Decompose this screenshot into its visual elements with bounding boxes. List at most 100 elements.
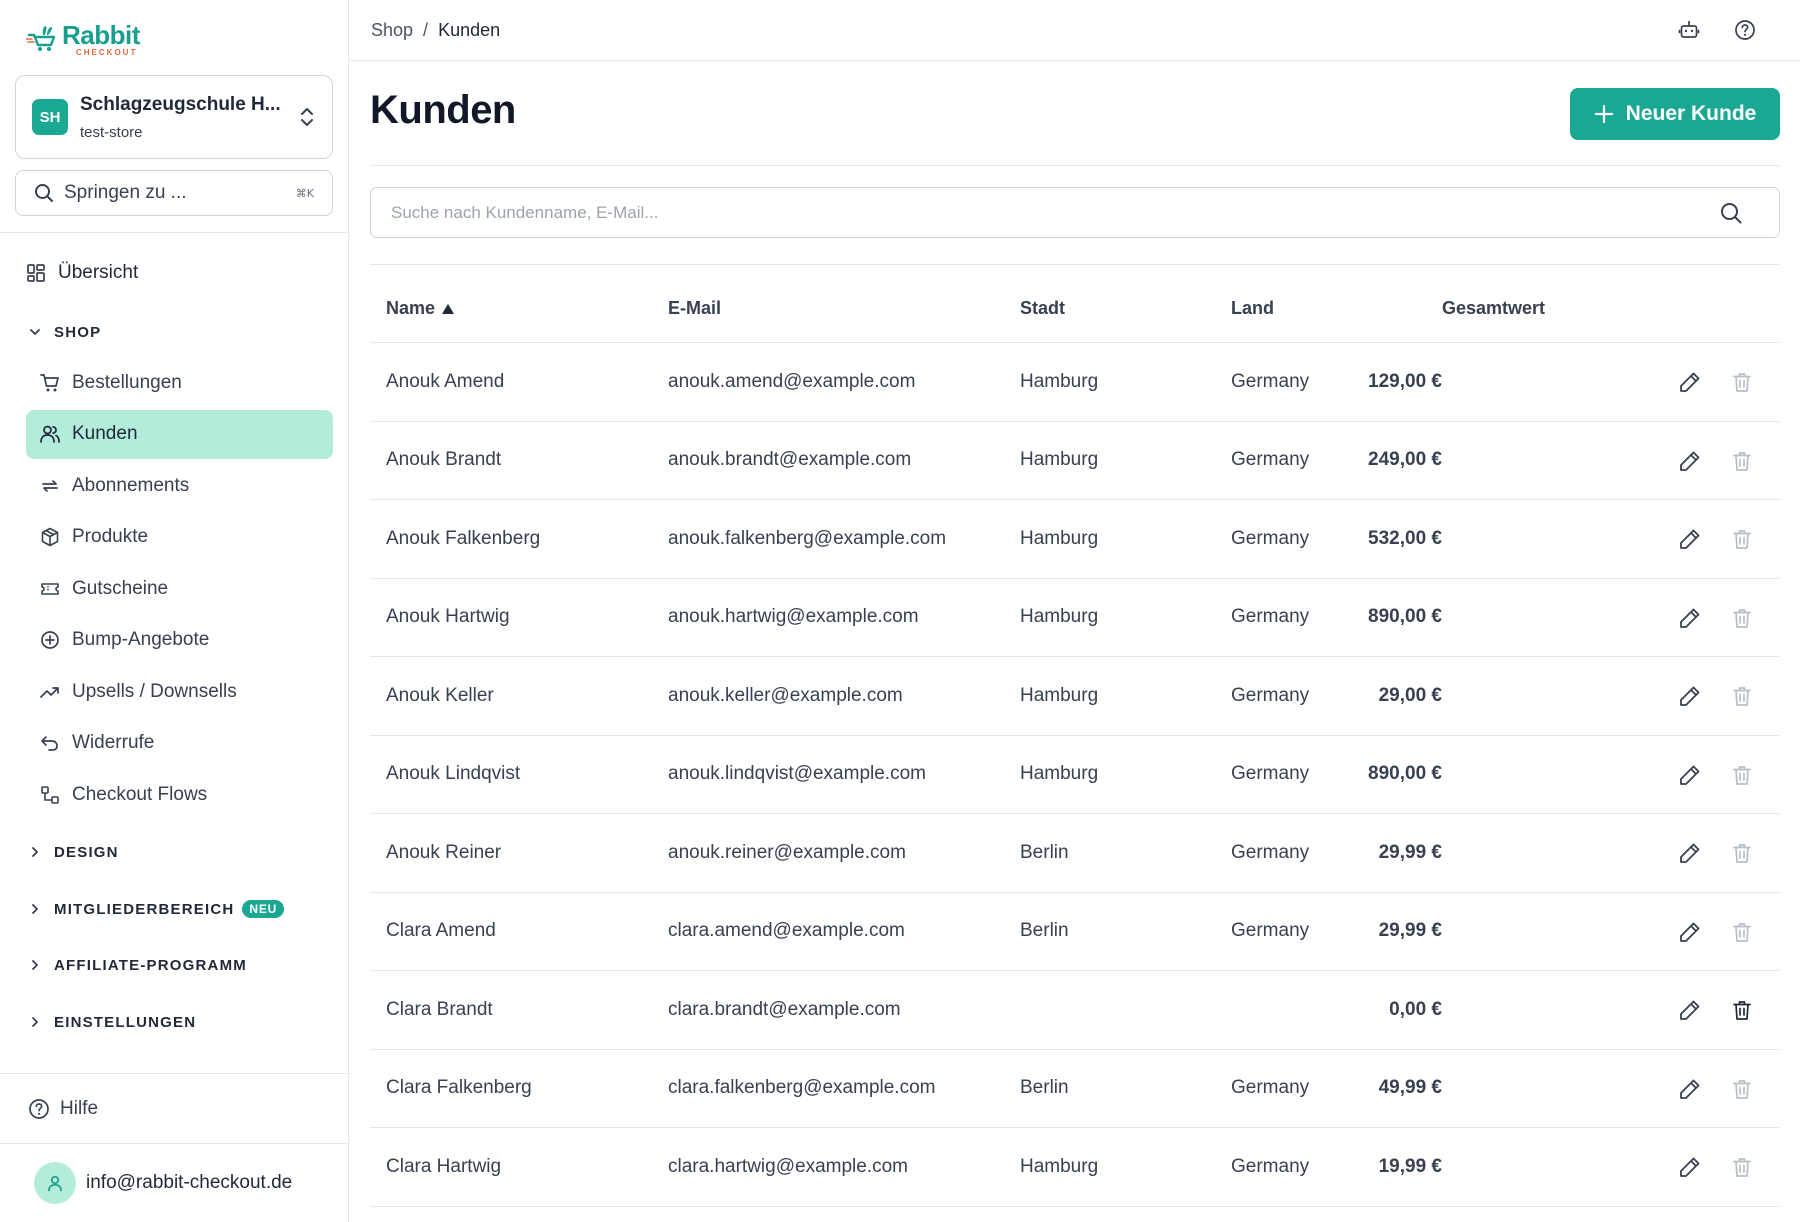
sidebar-item-products[interactable]: Produkte [26, 513, 333, 562]
cell-name: Anouk Brandt [386, 449, 502, 471]
section-toggle-members[interactable]: MITGLIEDERBEREICH NEU [28, 897, 285, 921]
delete-trash-icon[interactable] [1730, 920, 1754, 944]
customer-search-input[interactable] [391, 202, 1719, 223]
new-customer-button[interactable]: Neuer Kunde [1570, 88, 1780, 140]
section-toggle-shop[interactable]: SHOP [28, 320, 101, 344]
delete-trash-icon[interactable] [1730, 606, 1754, 630]
delete-trash-icon[interactable] [1730, 449, 1754, 473]
section-label: SHOP [54, 323, 102, 341]
cell-email: clara.hartwig@example.com [668, 1155, 908, 1177]
cell-city: Hamburg [1020, 684, 1099, 706]
table-row[interactable]: Anouk Amend anouk.amend@example.com Hambur… [370, 343, 1780, 422]
cell-city: Hamburg [1020, 449, 1099, 471]
page-title: Kunden [370, 88, 516, 132]
table-row[interactable]: Clara Amend clara.amend@example.com Berlin… [370, 893, 1780, 971]
column-header-city[interactable]: Stadt [1020, 298, 1065, 319]
edit-pencil-icon[interactable] [1678, 920, 1702, 944]
delete-trash-icon[interactable] [1730, 1155, 1754, 1179]
user-menu[interactable]: info@rabbit-checkout.de [34, 1162, 292, 1204]
cell-name: Clara Amend [386, 920, 496, 942]
delete-trash-icon[interactable] [1730, 998, 1754, 1022]
search-icon[interactable] [1719, 201, 1743, 225]
column-header-email[interactable]: E-Mail [668, 298, 721, 319]
table-body: Anouk Amend anouk.amend@example.com Hambur… [370, 343, 1780, 1207]
edit-pencil-icon[interactable] [1678, 1077, 1702, 1101]
sidebar-item-vouchers[interactable]: Gutscheine [26, 564, 333, 613]
user-email: info@rabbit-checkout.de [86, 1172, 293, 1193]
sidebar-item-overview[interactable]: Übersicht [26, 260, 138, 286]
edit-pencil-icon[interactable] [1678, 1155, 1702, 1179]
table-row[interactable]: Clara Hartwig clara.hartwig@example.com Ha… [370, 1128, 1780, 1207]
jump-to-search[interactable]: Springen zu ... ⌘K [15, 170, 333, 216]
table-row[interactable]: Anouk Brandt anouk.brandt@example.com Hamb… [370, 422, 1780, 500]
bot-icon[interactable] [1678, 19, 1700, 41]
column-header-country[interactable]: Land [1231, 298, 1274, 319]
box-icon [41, 527, 59, 547]
breadcrumb-shop[interactable]: Shop [371, 20, 413, 41]
edit-pencil-icon[interactable] [1678, 527, 1702, 551]
store-slug: test-store [80, 123, 143, 141]
cell-email: anouk.falkenberg@example.com [668, 527, 947, 549]
sidebar-item-subscriptions[interactable]: Abonnements [26, 461, 333, 510]
cell-country: Germany [1231, 841, 1310, 863]
table-row[interactable]: Anouk Hartwig anouk.hartwig@example.com Ha… [370, 579, 1780, 657]
table-row[interactable]: Anouk Reiner anouk.reiner@example.com Berl… [370, 814, 1780, 893]
section-toggle-design[interactable]: DESIGN [28, 840, 119, 864]
sidebar-item-upsells[interactable]: Upsells / Downsells [26, 667, 333, 716]
section-label: MITGLIEDERBEREICH [54, 900, 235, 918]
cell-email: clara.amend@example.com [668, 920, 905, 942]
sidebar-item-customers[interactable]: Kunden [26, 409, 333, 459]
delete-trash-icon[interactable] [1730, 763, 1754, 787]
store-switcher[interactable]: SH Schlagzeugschule H... test-store [15, 75, 333, 159]
sidebar-item-bump-offers[interactable]: Bump-Angebote [26, 616, 333, 665]
column-header-total[interactable]: Gesamtwert [1442, 298, 1545, 319]
sidebar-item-label: Gutscheine [72, 577, 169, 599]
sidebar-item-label: Produkte [72, 526, 149, 547]
edit-pencil-icon[interactable] [1678, 998, 1702, 1022]
flow-icon [41, 785, 59, 804]
section-toggle-affiliate[interactable]: AFFILIATE-PROGRAMM [28, 953, 247, 977]
sidebar-item-help[interactable]: Hilfe [28, 1096, 98, 1122]
user-icon [48, 1175, 62, 1192]
delete-trash-icon[interactable] [1730, 841, 1754, 865]
delete-trash-icon[interactable] [1730, 370, 1754, 394]
breadcrumb-separator: / [423, 19, 429, 40]
cell-total: 29,99 € [1378, 841, 1442, 863]
plus-circle-icon [41, 631, 59, 649]
cell-country: Germany [1231, 606, 1310, 628]
delete-trash-icon[interactable] [1730, 527, 1754, 551]
delete-trash-icon[interactable] [1730, 684, 1754, 708]
edit-pencil-icon[interactable] [1678, 763, 1702, 787]
edit-pencil-icon[interactable] [1678, 841, 1702, 865]
sort-ascending-icon [442, 303, 455, 314]
cell-email: anouk.hartwig@example.com [668, 606, 919, 628]
cell-name: Anouk Reiner [386, 841, 502, 863]
table-row[interactable]: Anouk Falkenberg anouk.falkenberg@example… [370, 500, 1780, 579]
delete-trash-icon[interactable] [1730, 1077, 1754, 1101]
edit-pencil-icon[interactable] [1678, 370, 1702, 394]
cell-city: Berlin [1020, 1077, 1069, 1099]
brand-tagline: CHECKOUT [76, 47, 138, 57]
cell-name: Clara Brandt [386, 998, 493, 1020]
table-row[interactable]: Clara Falkenberg clara.falkenberg@example… [370, 1050, 1780, 1128]
column-header-name[interactable]: Name [386, 298, 455, 319]
repeat-icon [42, 479, 58, 492]
sidebar-item-withdrawals[interactable]: Widerrufe [26, 719, 333, 768]
edit-pencil-icon[interactable] [1678, 449, 1702, 473]
chevron-right-icon [32, 960, 38, 970]
section-toggle-settings[interactable]: EINSTELLUNGEN [28, 1010, 196, 1034]
help-circle-icon[interactable] [1734, 19, 1756, 41]
cell-name: Anouk Hartwig [386, 606, 510, 628]
keyboard-shortcut: ⌘K [295, 186, 314, 200]
sidebar-item-label: Upsells / Downsells [72, 680, 237, 702]
table-row[interactable]: Clara Brandt clara.brandt@example.com 0,00… [370, 971, 1780, 1050]
sidebar-item-orders[interactable]: Bestellungen [26, 358, 333, 407]
customer-search [370, 187, 1780, 238]
sidebar-item-checkout-flows[interactable]: Checkout Flows [26, 770, 333, 819]
brand-logo[interactable]: Rabbit CHECKOUT [26, 22, 140, 56]
edit-pencil-icon[interactable] [1678, 684, 1702, 708]
table-row[interactable]: Anouk Lindqvist anouk.lindqvist@example.c… [370, 736, 1780, 814]
edit-pencil-icon[interactable] [1678, 606, 1702, 630]
table-row[interactable]: Anouk Keller anouk.keller@example.com Hamb… [370, 657, 1780, 736]
cell-city: Berlin [1020, 841, 1069, 863]
